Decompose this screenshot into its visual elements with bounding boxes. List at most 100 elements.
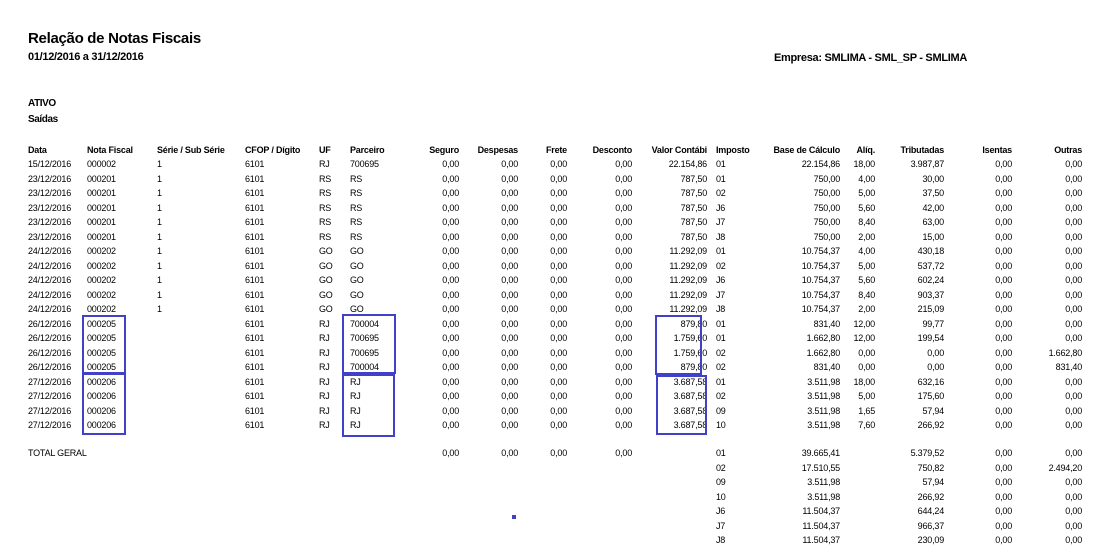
cell-tributadas: 430,18 (917, 246, 945, 256)
cell-seguro: 0,00 (442, 391, 459, 401)
highlight-box (656, 375, 707, 435)
cell-base-calculo: 22.154,86 (801, 159, 840, 169)
cell-tributadas: 42,00 (922, 202, 944, 213)
cell-data: 24/12/2016 (28, 260, 72, 271)
total-isentas: 0,00 (995, 506, 1012, 516)
cell-cfop: 6101 (245, 289, 265, 300)
cell-outras: 0,00 (1065, 231, 1082, 242)
cell-tributadas: 602,24 (917, 275, 945, 285)
marker-dot (512, 515, 516, 519)
cell-desconto: 0,00 (615, 289, 632, 300)
cell-aliquota: 0,00 (858, 347, 875, 358)
cell-tributadas: 537,72 (917, 260, 945, 271)
cell-tributadas: 63,00 (922, 217, 944, 227)
total-tributadas: 750,82 (917, 462, 945, 473)
cell-serie: 1 (157, 231, 162, 242)
cell-outras: 0,00 (1065, 173, 1082, 184)
cell-outras: 831,40 (1055, 362, 1083, 372)
cell-outras: 0,00 (1065, 420, 1082, 430)
cell-seguro: 0,00 (442, 246, 459, 256)
cell-desconto: 0,00 (615, 159, 632, 169)
cell-data: 23/12/2016 (28, 188, 72, 198)
cell-cfop: 6101 (245, 333, 265, 343)
cell-outras: 0,00 (1065, 289, 1082, 300)
cell-data: 26/12/2016 (28, 362, 72, 372)
cell-tributadas: 30,00 (922, 173, 944, 184)
cell-data: 24/12/2016 (28, 275, 72, 285)
total-base-calculo: 11.504,37 (802, 506, 840, 516)
cell-seguro: 0,00 (442, 188, 459, 198)
cell-frete: 0,00 (550, 420, 567, 430)
cell-seguro: 0,00 (442, 231, 459, 242)
cell-data: 26/12/2016 (28, 333, 72, 343)
cell-despesas: 0,00 (501, 391, 518, 401)
cell-aliquota: 5,60 (858, 202, 875, 213)
total-frete: 0,00 (550, 448, 567, 458)
total-base-calculo: 39.665,41 (801, 448, 840, 458)
cell-nota-fiscal: 000202 (87, 260, 116, 271)
total-isentas: 0,00 (995, 491, 1012, 502)
total-base-calculo: 3.511,98 (807, 491, 840, 502)
cell-aliquota: 12,00 (853, 333, 875, 343)
cell-data: 23/12/2016 (28, 231, 72, 242)
cell-cfop: 6101 (245, 304, 265, 314)
cell-uf: GO (319, 304, 333, 314)
cell-nota-fiscal: 000202 (87, 275, 116, 285)
column-header-base-calculo: Base de Cálculo (773, 145, 840, 155)
cell-parceiro: GO (350, 275, 364, 285)
cell-serie: 1 (157, 188, 162, 198)
cell-isentas: 0,00 (995, 376, 1012, 387)
cell-seguro: 0,00 (442, 376, 459, 387)
cell-despesas: 0,00 (501, 246, 518, 256)
total-outras: 0,00 (1065, 535, 1082, 545)
cell-isentas: 0,00 (995, 347, 1012, 358)
cell-valor-contabil: 11.292,09 (669, 304, 707, 314)
cell-seguro: 0,00 (442, 173, 459, 184)
cell-uf: RJ (319, 159, 330, 169)
cell-desconto: 0,00 (615, 347, 632, 358)
cell-uf: RJ (319, 333, 330, 343)
cell-despesas: 0,00 (501, 289, 518, 300)
total-base-calculo: 3.511,98 (807, 477, 840, 487)
cell-data: 27/12/2016 (28, 391, 72, 401)
cell-data: 26/12/2016 (28, 347, 72, 358)
cell-desconto: 0,00 (615, 376, 632, 387)
cell-imposto: 01 (716, 333, 726, 343)
cell-cfop: 6101 (245, 362, 265, 372)
highlight-box (82, 373, 126, 435)
section-title: ATIVO (28, 98, 56, 109)
cell-data: 27/12/2016 (28, 405, 72, 416)
total-seguro: 0,00 (442, 448, 459, 458)
cell-seguro: 0,00 (442, 159, 459, 169)
cell-outras: 0,00 (1065, 217, 1082, 227)
cell-imposto: 01 (716, 159, 726, 169)
total-imposto: 09 (716, 477, 726, 487)
cell-tributadas: 0,00 (927, 347, 944, 358)
cell-valor-contabil: 787,50 (680, 217, 708, 227)
cell-uf: GO (319, 289, 333, 300)
total-tributadas: 266,92 (917, 491, 945, 502)
total-tributadas: 966,37 (917, 520, 945, 531)
total-imposto: 01 (716, 448, 726, 458)
cell-base-calculo: 750,00 (813, 217, 841, 227)
column-header-nota-fiscal: Nota Fiscal (87, 145, 133, 155)
cell-aliquota: 12,00 (853, 318, 875, 329)
cell-cfop: 6101 (245, 405, 265, 416)
cell-outras: 1.662,80 (1048, 347, 1083, 358)
cell-desconto: 0,00 (615, 246, 632, 256)
cell-isentas: 0,00 (995, 202, 1012, 213)
column-header-cfop: CFOP / Dígito (245, 145, 301, 155)
cell-serie: 1 (157, 159, 162, 169)
total-imposto: J6 (716, 506, 726, 516)
cell-base-calculo: 3.511,98 (807, 391, 840, 401)
cell-despesas: 0,00 (501, 231, 518, 242)
column-header-seguro: Seguro (429, 145, 459, 155)
cell-seguro: 0,00 (442, 347, 459, 358)
cell-data: 24/12/2016 (28, 246, 72, 256)
cell-cfop: 6101 (245, 376, 265, 387)
cell-tributadas: 632,16 (917, 376, 945, 387)
column-header-outras: Outras (1054, 145, 1082, 155)
cell-uf: RJ (319, 420, 330, 430)
cell-aliquota: 2,00 (858, 231, 875, 242)
cell-data: 27/12/2016 (28, 376, 72, 387)
